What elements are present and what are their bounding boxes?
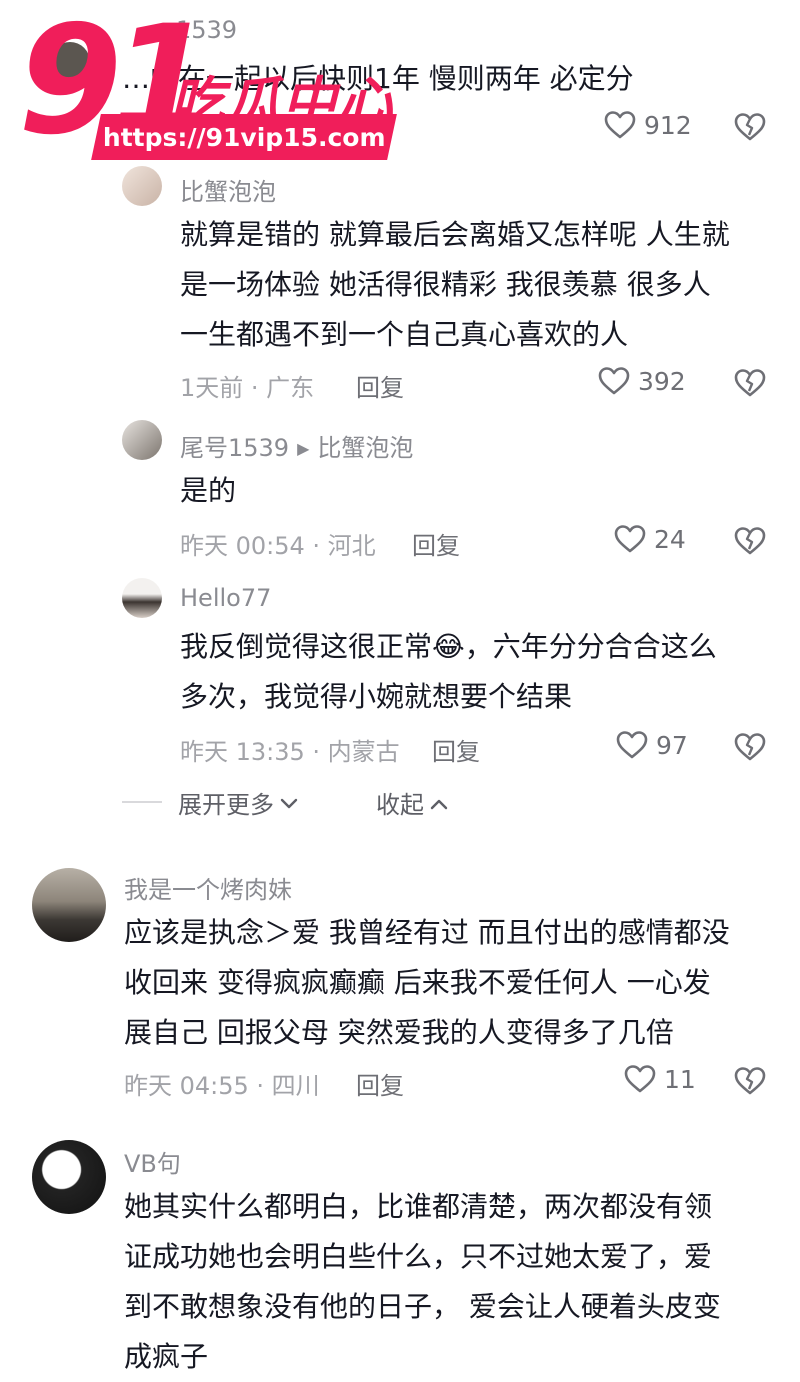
like-button[interactable]: 912 <box>604 110 692 140</box>
reply-button[interactable]: 回复 <box>356 368 404 403</box>
watermark-url-banner: https://91vip15.com <box>91 114 397 160</box>
heart-icon <box>624 1064 656 1094</box>
like-count: 97 <box>656 730 688 760</box>
comment-username[interactable]: 我是一个烤肉妹 <box>124 870 292 905</box>
comment-text: …的在一起以后快则1年 慢则两年 必定分 <box>122 62 634 95</box>
collapse-label: 收起 <box>376 790 424 819</box>
dislike-button[interactable] <box>734 732 766 762</box>
expand-replies-row: 展开更多 <box>122 784 298 820</box>
comment-meta: 昨天 04:55 · 四川 <box>124 1072 320 1100</box>
reply-button[interactable]: 回复 <box>356 1066 404 1101</box>
like-count: 912 <box>644 110 692 140</box>
avatar[interactable] <box>122 420 162 460</box>
collapse-button[interactable]: 收起 <box>376 784 448 820</box>
broken-heart-icon <box>734 526 766 556</box>
heart-icon <box>616 730 648 760</box>
reply-arrow-icon: ▶ <box>297 439 310 458</box>
heart-icon <box>614 524 646 554</box>
avatar[interactable] <box>122 578 162 618</box>
dislike-button[interactable] <box>734 526 766 556</box>
avatar[interactable] <box>50 42 90 82</box>
comment-username: 尾号1539 ▶ 比蟹泡泡 <box>180 428 413 463</box>
expand-more-button[interactable]: 展开更多 <box>178 785 298 820</box>
comment-meta: 昨天 00:54 · 河北 <box>180 532 376 560</box>
chevron-down-icon <box>280 788 298 816</box>
like-button[interactable]: 24 <box>614 524 686 554</box>
divider <box>122 801 162 803</box>
like-button[interactable]: 392 <box>598 366 686 396</box>
avatar[interactable] <box>32 868 106 942</box>
dislike-button[interactable] <box>734 1066 766 1096</box>
comment-meta: 1天前 · 广东 <box>180 374 315 402</box>
like-count: 11 <box>664 1064 696 1094</box>
heart-icon <box>604 110 636 140</box>
broken-heart-icon <box>734 732 766 762</box>
avatar[interactable] <box>122 166 162 206</box>
comment-text: 就算是错的 就算最后会离婚又怎样呢 人生就 是一场体验 她活得很精彩 我很羡慕 … <box>180 218 730 351</box>
comment-username[interactable]: 比蟹泡泡 <box>180 172 276 207</box>
expand-label: 展开更多 <box>178 790 274 819</box>
dislike-button[interactable] <box>734 368 766 398</box>
broken-heart-icon <box>734 368 766 398</box>
comment-username[interactable]: Hello77 <box>180 584 271 612</box>
chevron-up-icon <box>430 788 448 816</box>
like-count: 392 <box>638 366 686 396</box>
comment-text: 她其实什么都明白，比谁都清楚，两次都没有领 证成功她也会明白些什么，只不过她太爱… <box>124 1190 721 1373</box>
comment-text: 我反倒觉得这很正常😂，六年分分合合这么 多次，我觉得小婉就想要个结果 <box>180 630 717 713</box>
reply-button[interactable]: 回复 <box>432 732 480 767</box>
comment-text: 是的 <box>180 474 237 507</box>
like-button[interactable]: 11 <box>624 1064 696 1094</box>
dislike-button[interactable] <box>734 112 766 142</box>
comment-username[interactable]: 1539 <box>176 16 237 44</box>
broken-heart-icon <box>734 1066 766 1096</box>
broken-heart-icon <box>734 112 766 142</box>
comment-text: 应该是执念＞爱 我曾经有过 而且付出的感情都没 收回来 变得疯疯癫癫 后来我不爱… <box>124 916 730 1049</box>
comment-meta: 昨天 13:35 · 内蒙古 <box>180 738 400 766</box>
comment-feed: 1539 …的在一起以后快则1年 慢则两年 必定分 912 比蟹泡泡 就算是错的… <box>0 0 800 1373</box>
username[interactable]: 尾号1539 <box>180 434 289 462</box>
reply-button[interactable]: 回复 <box>412 526 460 561</box>
like-count: 24 <box>654 524 686 554</box>
heart-icon <box>598 366 630 396</box>
watermark-url: https://91vip15.com <box>102 122 386 152</box>
avatar[interactable] <box>32 1140 106 1214</box>
reply-to-username[interactable]: 比蟹泡泡 <box>317 434 413 462</box>
like-button[interactable]: 97 <box>616 730 688 760</box>
comment-username[interactable]: VB句 <box>124 1144 181 1179</box>
